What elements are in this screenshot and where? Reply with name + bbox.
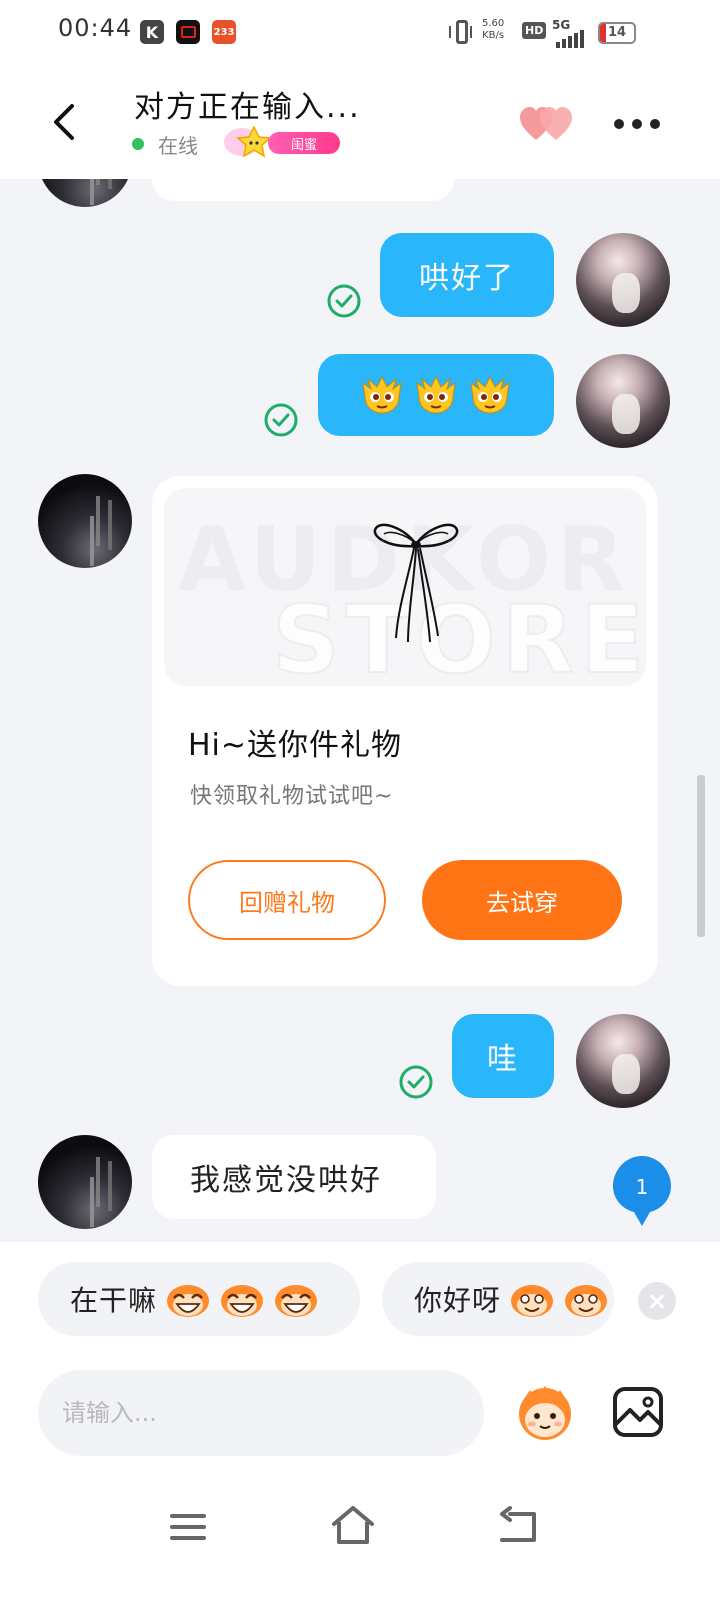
peer-message-bubble[interactable]: 我感觉没哄好 — [152, 1135, 436, 1219]
self-avatar[interactable] — [576, 233, 670, 327]
quick-reply-label: 在干嘛 — [70, 1284, 158, 1317]
hd-icon: HD — [522, 22, 547, 39]
online-dot-icon — [132, 138, 144, 150]
battery-icon: 14 — [598, 22, 636, 44]
dot-icon — [614, 119, 624, 129]
return-gift-button[interactable]: 回赠礼物 — [188, 860, 386, 940]
monkey-laugh-icon — [275, 1285, 318, 1317]
network-speed-value: 5.60 — [482, 18, 505, 29]
chat-header: 对方正在输入... 在线 闺蜜 — [0, 64, 720, 179]
dot-icon — [632, 119, 642, 129]
peer-avatar[interactable] — [38, 179, 132, 207]
emoji-face-icon — [362, 375, 402, 414]
gift-card[interactable]: AUDKOR STORE Hi~送你件礼物 快领取礼物试试吧~ 回赠礼物 去试穿 — [152, 476, 658, 986]
online-status: 在线 — [158, 134, 198, 158]
game-233-app-icon: 233 — [212, 20, 236, 44]
self-avatar[interactable] — [576, 1014, 670, 1108]
read-check-icon — [399, 1065, 433, 1099]
quick-reply-label: 你好呀 — [414, 1284, 502, 1317]
system-nav-bar — [0, 1470, 720, 1600]
monkey-laugh-icon — [167, 1285, 210, 1317]
monkey-emoji-button[interactable] — [512, 1380, 578, 1442]
monkey-face-icon — [511, 1285, 554, 1317]
menu-icon[interactable] — [170, 1512, 206, 1542]
monkey-face-icon — [565, 1285, 608, 1317]
hearts-icon[interactable] — [518, 104, 576, 144]
bow-icon — [373, 523, 459, 643]
self-message-bubble[interactable]: 哄好了 — [380, 233, 554, 317]
quick-reply-chip[interactable]: 你好呀 — [382, 1262, 614, 1336]
signal-icon — [556, 26, 584, 48]
peer-message-bubble-partial[interactable] — [152, 179, 454, 201]
message-input[interactable] — [38, 1370, 484, 1456]
unread-count: 1 — [636, 1175, 649, 1199]
read-check-icon — [327, 284, 361, 318]
scrollbar[interactable] — [697, 775, 705, 937]
back-button[interactable] — [44, 100, 84, 144]
network-speed: 5.60 KB/s — [482, 18, 504, 42]
network-speed-unit: KB/s — [482, 30, 505, 41]
back-nav-icon[interactable] — [498, 1506, 538, 1544]
emoji-face-icon — [470, 375, 510, 414]
gift-title: Hi~送你件礼物 — [188, 728, 403, 763]
self-message-bubble[interactable]: 哇 — [452, 1014, 554, 1098]
self-emoji-bubble[interactable] — [318, 354, 554, 436]
gift-banner: AUDKOR STORE — [164, 488, 646, 686]
unread-count-badge[interactable]: 1 — [612, 1154, 672, 1228]
chat-title: 对方正在输入... — [134, 90, 361, 125]
video-app-icon — [176, 20, 200, 44]
peer-avatar[interactable] — [38, 474, 132, 568]
dot-icon — [650, 119, 660, 129]
chevron-left-icon — [54, 104, 74, 140]
relationship-badge[interactable]: 闺蜜 — [268, 132, 340, 154]
chat-message-list[interactable]: 哄好了 AUDKOR STORE Hi~送你件礼物 快领取礼物试试吧~ 回赠礼物… — [0, 179, 720, 1242]
read-check-icon — [264, 403, 298, 437]
emoji-face-icon — [416, 375, 456, 414]
k-app-icon: K — [140, 20, 164, 44]
quick-reply-chip[interactable]: 在干嘛 — [38, 1262, 360, 1336]
battery-level: 14 — [607, 25, 627, 40]
image-icon[interactable] — [612, 1386, 664, 1438]
gift-subtitle: 快领取礼物试试吧~ — [190, 784, 394, 809]
peer-avatar[interactable] — [38, 1135, 132, 1229]
try-on-button[interactable]: 去试穿 — [422, 860, 622, 940]
close-quick-replies-button[interactable] — [638, 1282, 676, 1320]
status-time: 00:44 — [58, 14, 133, 42]
home-icon[interactable] — [330, 1504, 376, 1546]
self-avatar[interactable] — [576, 354, 670, 448]
more-button[interactable] — [614, 116, 664, 132]
vibrate-icon — [449, 20, 472, 44]
monkey-laugh-icon — [221, 1285, 264, 1317]
status-bar: 00:44 K 233 5.60 KB/s HD 5G 14 — [0, 0, 720, 64]
